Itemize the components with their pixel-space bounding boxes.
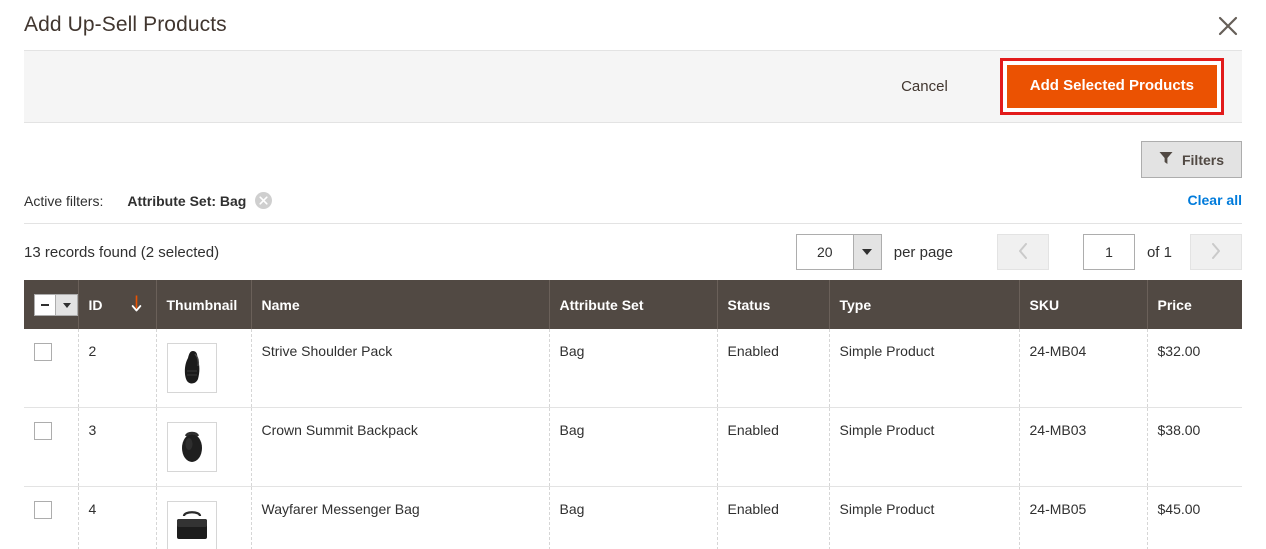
funnel-icon [1159,151,1173,168]
shoulder-pack-thumbnail [166,343,217,393]
column-header-status[interactable]: Status [717,280,830,329]
cell-sku: 24-MB04 [1019,329,1148,408]
cell-id: 2 [78,329,157,408]
products-grid-container: ID Thumbnail Name Attribute Set Status T… [24,280,1242,549]
clear-all-link[interactable]: Clear all [1188,192,1242,208]
messenger-bag-thumbnail [166,501,217,549]
cell-thumbnail [156,329,252,408]
indeterminate-icon [41,304,49,306]
active-filters-label: Active filters: [24,192,104,209]
cancel-button[interactable]: Cancel [895,77,954,96]
total-pages-label: of 1 [1146,243,1172,261]
modal-action-bar: Cancel Add Selected Products [24,50,1242,123]
close-icon [1217,15,1239,37]
table-row[interactable]: 4 Wayfarer Messenger Bag Bag Enabled Sim… [24,486,1242,549]
page-number-input[interactable] [1082,234,1135,270]
cell-type: Simple Product [829,329,1020,408]
cell-price: $45.00 [1147,486,1242,549]
cell-price: $32.00 [1147,329,1242,408]
close-circle-icon [259,196,268,205]
row-checkbox[interactable] [34,501,52,519]
cell-id: 4 [78,486,157,549]
cell-sku: 24-MB05 [1019,486,1148,549]
chevron-right-icon [1211,242,1221,262]
cell-status: Enabled [717,486,830,549]
cell-thumbnail [156,407,252,487]
add-upsell-products-modal: Add Up-Sell Products Cancel Add Selected… [0,0,1266,549]
records-found-label: 13 records found (2 selected) [24,243,220,261]
active-filters-bar: Active filters: Attribute Set: Bag Clear… [24,192,1242,224]
column-header-name[interactable]: Name [251,280,550,329]
filters-toolbar: Filters [0,123,1266,178]
cell-type: Simple Product [829,486,1020,549]
active-filter-chip-label: Attribute Set: Bag [127,192,247,209]
per-page-label: per page [893,243,953,261]
massaction-select-dropdown[interactable] [34,294,78,316]
column-header-sku[interactable]: SKU [1019,280,1148,329]
row-checkbox[interactable] [34,343,52,361]
row-select-cell [24,486,79,549]
backpack-thumbnail [166,422,217,472]
cell-status: Enabled [717,407,830,487]
cell-attribute-set: Bag [549,329,718,408]
per-page-dropdown-toggle[interactable] [852,235,881,269]
filters-button-label: Filters [1181,151,1224,168]
column-header-id[interactable]: ID [78,280,157,329]
column-header-thumbnail[interactable]: Thumbnail [156,280,252,329]
cell-name: Wayfarer Messenger Bag [251,486,550,549]
previous-page-button[interactable] [996,234,1049,270]
chevron-down-icon [862,249,873,255]
modal-title-bar: Add Up-Sell Products [0,0,1266,50]
close-button[interactable] [1206,4,1250,48]
remove-filter-button[interactable] [255,192,273,209]
grid-toolbar: 13 records found (2 selected) 20 per pag… [24,224,1242,280]
cell-sku: 24-MB03 [1019,407,1148,487]
grid-header-row: ID Thumbnail Name Attribute Set Status T… [24,280,1242,329]
per-page-value: 20 [816,244,833,260]
chevron-left-icon [1018,242,1028,262]
row-select-cell [24,407,79,487]
next-page-button[interactable] [1190,234,1242,270]
cell-attribute-set: Bag [549,407,718,487]
column-header-attribute-set[interactable]: Attribute Set [549,280,718,329]
primary-button-highlight: Add Selected Products [999,58,1224,115]
massaction-dropdown-toggle[interactable] [56,295,77,315]
column-header-id-label: ID [88,296,103,313]
column-header-select [24,280,79,329]
row-select-cell [24,329,79,408]
filters-button[interactable]: Filters [1140,141,1242,178]
per-page-select[interactable]: 20 [795,234,882,270]
sort-descending-icon [131,294,142,315]
table-row[interactable]: 2 Strive Shoulder Pack Bag Enabled Simpl… [24,329,1242,408]
column-header-price[interactable]: Price [1147,280,1242,329]
page-title: Add Up-Sell Products [24,13,227,36]
grid-body: 2 Strive Shoulder Pack Bag Enabled Simpl… [24,329,1242,549]
active-filter-chip: Attribute Set: Bag [127,192,273,209]
cell-attribute-set: Bag [549,486,718,549]
cell-type: Simple Product [829,407,1020,487]
table-row[interactable]: 3 Crown Summit Backpack Bag Enabled Simp… [24,407,1242,487]
cell-price: $38.00 [1147,407,1242,487]
pagination-controls: 20 per page of 1 [795,224,1242,280]
cell-status: Enabled [717,329,830,408]
column-header-type[interactable]: Type [829,280,1020,329]
cell-name: Crown Summit Backpack [251,407,550,487]
grid-header: ID Thumbnail Name Attribute Set Status T… [24,280,1242,329]
products-grid: ID Thumbnail Name Attribute Set Status T… [24,280,1242,549]
cell-id: 3 [78,407,157,487]
row-checkbox[interactable] [34,422,52,440]
cell-thumbnail [156,486,252,549]
chevron-down-icon [62,302,71,308]
cell-name: Strive Shoulder Pack [251,329,550,408]
add-selected-products-button[interactable]: Add Selected Products [1006,65,1217,108]
massaction-checkbox[interactable] [35,295,56,315]
